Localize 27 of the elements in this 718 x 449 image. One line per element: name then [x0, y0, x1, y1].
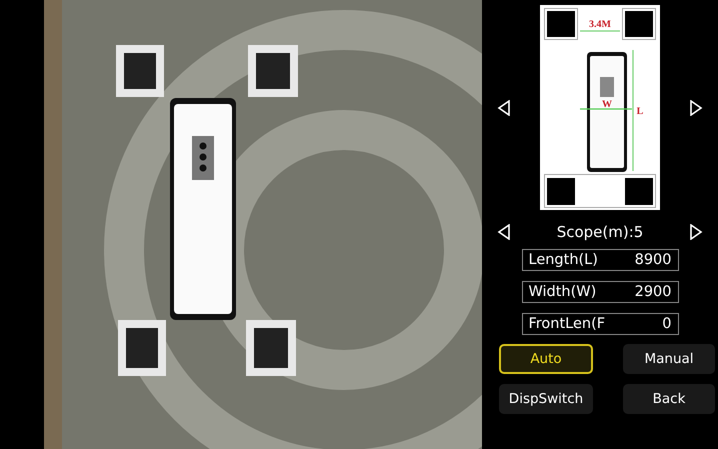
- right-arrow-icon[interactable]: [689, 100, 703, 116]
- parameter-field[interactable]: FrontLen(F 0: [522, 313, 678, 335]
- distance-line: [580, 30, 620, 32]
- field-value: 2900: [634, 284, 672, 300]
- width-line: [580, 108, 632, 110]
- camera-marker: [622, 8, 656, 40]
- field-label: Width(W): [528, 284, 596, 300]
- camera-marker: [547, 178, 575, 205]
- mode-button[interactable]: Manual: [623, 344, 715, 374]
- camera-marker: [625, 178, 653, 205]
- parameter-field[interactable]: Width(W) 2900: [522, 281, 678, 303]
- mode-button[interactable]: Auto: [499, 344, 593, 374]
- width-label: W: [602, 99, 612, 110]
- mode-button[interactable]: Back: [623, 384, 715, 414]
- camera-marker: [544, 8, 578, 40]
- field-value: 0: [662, 316, 672, 332]
- field-value: 8900: [634, 252, 672, 268]
- left-arrow-icon[interactable]: [497, 224, 511, 240]
- distance-label: 3.4M: [589, 19, 611, 30]
- mode-button[interactable]: DispSwitch: [499, 384, 593, 414]
- left-arrow-icon[interactable]: [497, 100, 511, 116]
- parameter-field[interactable]: Length(L) 8900: [522, 249, 678, 271]
- length-label: L: [636, 106, 644, 117]
- field-label: Length(L): [528, 252, 598, 268]
- scope-label: Scope(m):5: [556, 223, 644, 241]
- right-arrow-icon[interactable]: [688, 224, 703, 240]
- field-label: FrontLen(F: [528, 316, 606, 332]
